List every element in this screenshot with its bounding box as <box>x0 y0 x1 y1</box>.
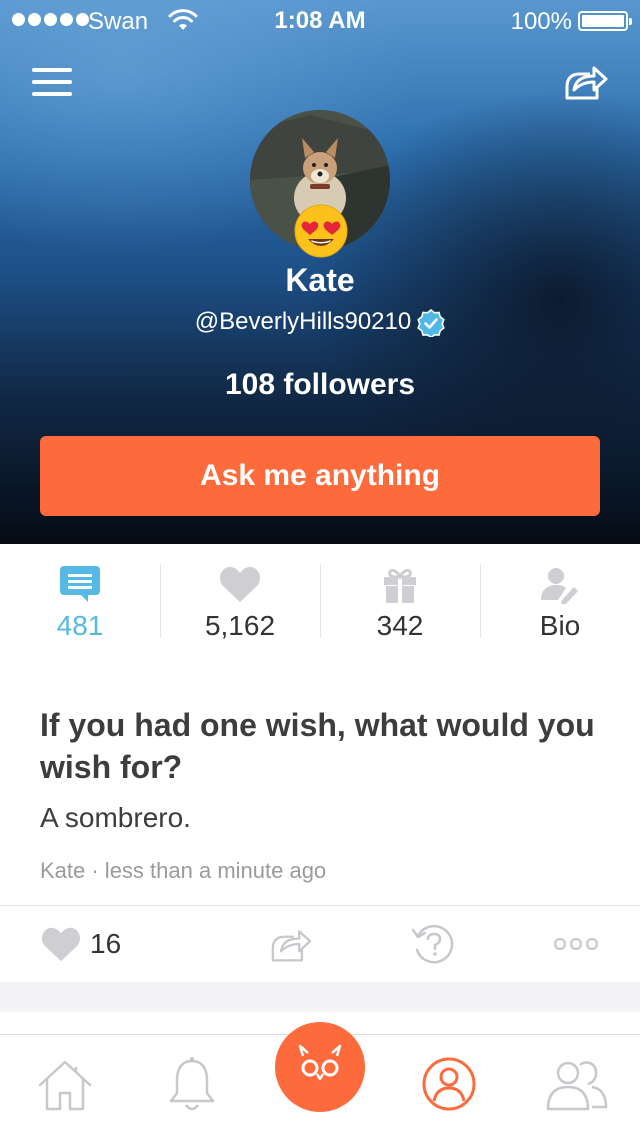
bio-icon <box>541 568 578 604</box>
followers-count[interactable]: 108 followers <box>0 368 640 402</box>
home-icon[interactable] <box>36 1057 94 1115</box>
stat-gifts-value: 342 <box>376 610 424 641</box>
battery-percent: 100% <box>510 8 572 35</box>
post-answer: A sombrero. <box>40 802 191 833</box>
more-options-icon[interactable] <box>552 936 600 952</box>
profile-handle: @BeverlyHills90210 <box>194 308 412 335</box>
post-question[interactable]: If you had one wish, what would you wish… <box>40 704 600 788</box>
avatar[interactable] <box>250 110 390 258</box>
feed-separator <box>0 982 640 1012</box>
profile-stats: 481 5,162 342 Bio <box>0 544 640 662</box>
post-meta: Kate · less than a minute ago <box>40 858 327 883</box>
stat-answers-value: 481 <box>56 610 104 641</box>
battery-icon <box>578 11 632 31</box>
heart-eyes-emoji-icon <box>294 204 348 258</box>
post-actions: 16 <box>0 906 640 982</box>
ask-owl-icon <box>298 1044 342 1081</box>
answers-icon <box>60 566 100 602</box>
status-bar: Swan 1:08 AM 100% <box>0 0 640 40</box>
share-icon[interactable] <box>560 60 610 104</box>
share-icon[interactable] <box>266 924 316 964</box>
profile-icon[interactable] <box>420 1055 478 1113</box>
gift-icon <box>384 568 416 603</box>
stat-gifts[interactable]: 342 <box>320 544 480 662</box>
stat-likes[interactable]: 5,162 <box>160 544 320 662</box>
ask-me-anything-button[interactable]: Ask me anything <box>40 436 600 516</box>
bell-icon[interactable] <box>166 1055 218 1115</box>
ask-owl-button[interactable] <box>275 1022 365 1112</box>
stat-likes-value: 5,162 <box>204 610 276 641</box>
like-count: 16 <box>90 928 122 959</box>
stat-bio[interactable]: Bio <box>480 544 640 662</box>
profile-name: Kate <box>285 262 355 298</box>
heart-icon <box>219 566 261 602</box>
verified-badge-icon <box>417 308 445 337</box>
profile-header: Swan 1:08 AM 100% Kate @BeverlyHills9021… <box>0 0 640 544</box>
heart-icon <box>41 927 81 962</box>
menu-button[interactable] <box>32 68 72 96</box>
ask-again-icon[interactable] <box>410 922 456 966</box>
profile-handle-row: @BeverlyHills90210 <box>0 308 640 337</box>
friends-icon[interactable] <box>546 1057 608 1113</box>
like-button[interactable]: 16 <box>40 924 121 964</box>
stat-answers[interactable]: 481 <box>0 544 160 662</box>
stat-bio-label: Bio <box>539 610 581 641</box>
battery-fill <box>582 15 624 27</box>
